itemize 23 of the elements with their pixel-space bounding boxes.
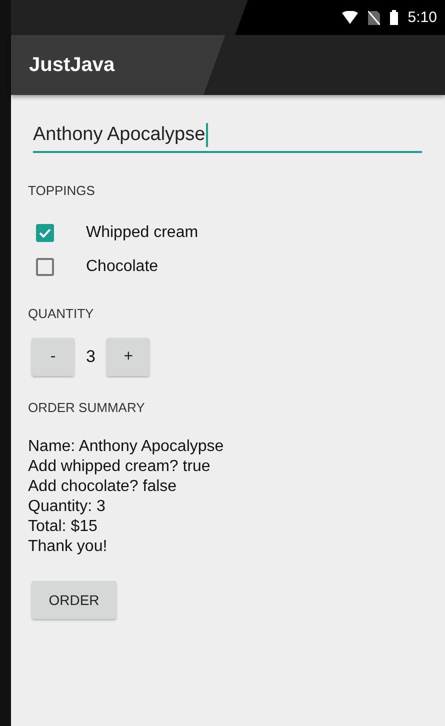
order-button[interactable]: ORDER <box>32 581 116 619</box>
app-title: JustJava <box>29 54 115 76</box>
section-heading: TOPPINGS <box>28 183 96 198</box>
checkbox-label: Whipped cream <box>86 224 198 242</box>
section-heading: QUANTITY <box>28 306 95 321</box>
quantity-value: 3 <box>86 347 96 367</box>
summary-line: Add whipped cream? true <box>28 457 212 477</box>
increment-button[interactable]: + <box>107 338 150 376</box>
name-field[interactable]: Anthony Apocalypse <box>33 117 422 153</box>
summary-line: Thank you! <box>28 537 108 557</box>
battery-icon <box>390 10 398 25</box>
section-heading: ORDER SUMMARY <box>28 400 146 415</box>
summary-line: Name: Anthony Apocalypse <box>28 437 225 457</box>
summary-line: Total: $15 <box>28 517 98 537</box>
wifi-icon <box>342 11 358 24</box>
checkbox[interactable] <box>36 258 54 276</box>
checkbox[interactable] <box>36 224 54 242</box>
no-sim-icon <box>368 10 380 24</box>
summary-line: Quantity: 3 <box>28 497 106 517</box>
summary-line: Add chocolate? false <box>28 477 178 497</box>
clock-time: 5:10 <box>408 9 437 26</box>
checkbox-label: Chocolate <box>86 258 158 276</box>
decrement-button[interactable]: - <box>32 338 74 376</box>
